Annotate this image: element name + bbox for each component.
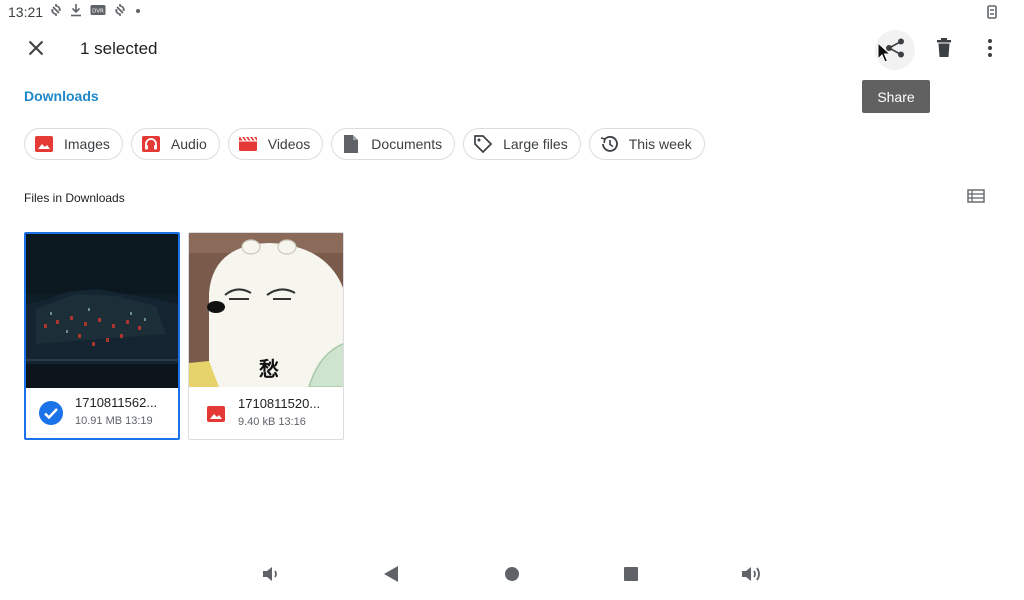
- system-nav-bar: [0, 556, 1024, 596]
- more-options-button[interactable]: [970, 30, 1010, 70]
- dvr-icon: DVR: [90, 4, 106, 16]
- selection-count-title: 1 selected: [80, 39, 158, 58]
- chip-label: Audio: [170, 136, 207, 152]
- back-icon: [383, 565, 399, 588]
- file-info: 1710811520... 9.40 kB 13:16: [189, 387, 343, 439]
- image-icon: [34, 134, 54, 154]
- home-button[interactable]: [498, 564, 526, 588]
- file-meta: 10.91 MB 13:19: [75, 415, 153, 427]
- file-card-2[interactable]: 愁 1710811520... 9.40 kB 13:16: [188, 232, 344, 440]
- thumbnail-text: 愁: [259, 357, 279, 381]
- file-meta: 9.40 kB 13:16: [238, 416, 306, 428]
- file-thumbnail-night-building: [26, 234, 178, 388]
- more-vert-icon: [987, 38, 993, 63]
- delete-icon: [936, 37, 952, 63]
- file-thumbnail-bear-sticker: 愁: [189, 233, 343, 387]
- sync-icon: [50, 3, 62, 17]
- status-icons: DVR: [50, 3, 142, 17]
- chip-label: Videos: [267, 136, 311, 152]
- chip-large-files[interactable]: Large files: [463, 128, 581, 160]
- document-icon: [341, 134, 361, 154]
- file-info: 1710811562... 10.91 MB 13:19: [26, 386, 178, 438]
- file-card-1[interactable]: 1710811562... 10.91 MB 13:19: [24, 232, 180, 440]
- volume-up-icon: [740, 565, 762, 588]
- chip-label: This week: [628, 136, 692, 152]
- volume-up-button[interactable]: [737, 564, 765, 588]
- breadcrumb-downloads[interactable]: Downloads: [24, 88, 99, 104]
- volume-down-icon: [261, 565, 281, 588]
- chip-label: Images: [64, 136, 110, 152]
- status-bar: 13:21 DVR: [0, 0, 1024, 24]
- recents-icon: [623, 566, 639, 587]
- back-button[interactable]: [377, 564, 405, 588]
- mouse-cursor-icon: [877, 41, 892, 69]
- status-time: 13:21: [8, 4, 44, 20]
- chip-this-week[interactable]: This week: [588, 128, 705, 160]
- tag-icon: [473, 134, 493, 154]
- recents-button[interactable]: [617, 564, 645, 588]
- delete-button[interactable]: [924, 30, 964, 70]
- headphones-icon: [141, 134, 161, 154]
- svg-text:DVR: DVR: [92, 9, 104, 15]
- chip-documents[interactable]: Documents: [331, 128, 456, 160]
- download-icon: [70, 3, 82, 17]
- home-icon: [504, 566, 520, 587]
- close-icon: [28, 40, 44, 61]
- filter-chips: Images Audio Videos Documents Large file…: [24, 128, 705, 160]
- chip-audio[interactable]: Audio: [130, 128, 220, 160]
- section-title: Files in Downloads: [24, 191, 125, 205]
- image-icon: [203, 401, 229, 427]
- chip-images[interactable]: Images: [24, 128, 123, 160]
- screen-rotation-icon: [986, 4, 998, 25]
- top-app-bar: 1 selected: [0, 28, 1024, 70]
- chip-label: Large files: [503, 136, 568, 152]
- file-name: 1710811520...: [238, 396, 321, 411]
- list-view-icon: [967, 188, 985, 208]
- volume-down-button[interactable]: [257, 564, 285, 588]
- chip-videos[interactable]: Videos: [227, 128, 324, 160]
- file-name: 1710811562...: [75, 395, 158, 410]
- check-circle-icon: [38, 400, 64, 426]
- dot-icon: [134, 3, 142, 17]
- movie-icon: [238, 134, 258, 154]
- sync-icon: [114, 3, 126, 17]
- list-view-toggle-button[interactable]: [962, 186, 990, 210]
- close-selection-button[interactable]: [22, 36, 50, 64]
- share-tooltip: Share: [862, 80, 930, 113]
- history-icon: [599, 134, 619, 154]
- chip-label: Documents: [371, 136, 443, 152]
